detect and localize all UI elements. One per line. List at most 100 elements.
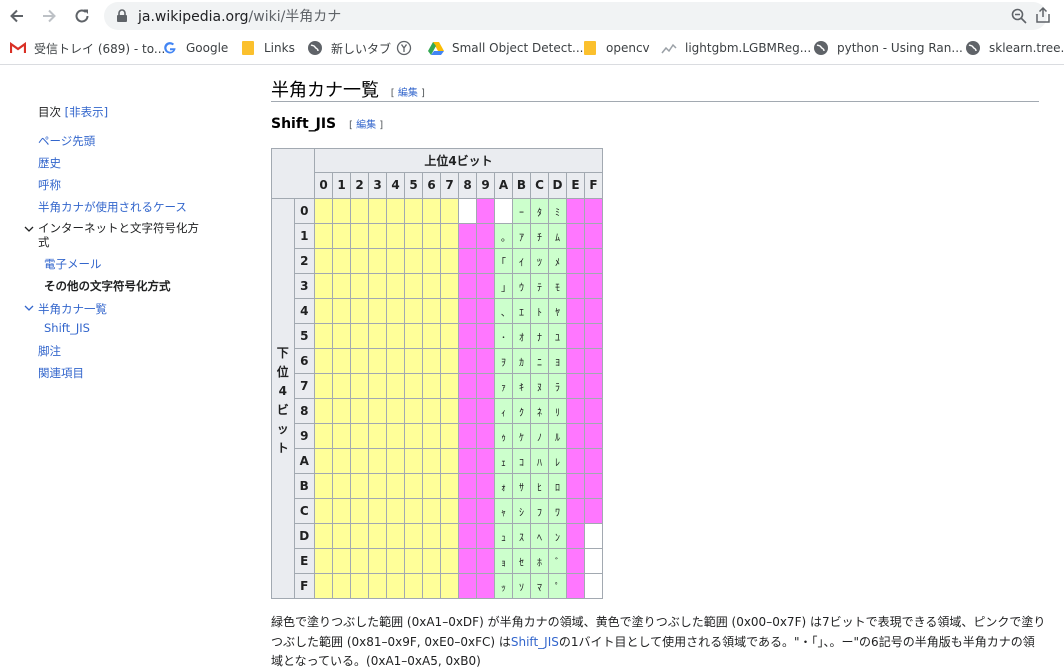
toc-item-other-encodings[interactable]: その他の文字符号化方式 [44,278,171,294]
code-cell: ｢ [494,248,513,274]
bookmark-small-object[interactable]: Small Object Detect... [428,39,584,57]
toc-item-related[interactable]: 関連項目 [38,365,84,381]
code-cell [314,198,333,224]
bookmark-y[interactable] [396,39,420,57]
code-cell [386,323,405,349]
row-header: B [293,473,316,499]
table-row: 3 ｣ｳﾃﾓ [272,273,603,299]
code-cell [368,473,387,499]
toc-item-usage[interactable]: 半角カナが使用されるケース [38,199,187,215]
code-cell [476,573,495,599]
table-row: F ｯｿﾏﾟ [272,573,603,599]
code-cell [332,248,351,274]
edit-link[interactable]: 編集 [398,88,418,99]
code-cell [476,273,495,299]
code-cell [386,448,405,474]
column-header: 9 [476,171,495,200]
code-cell: ﾓ [548,273,567,299]
code-cell [314,348,333,374]
code-cell: ｫ [494,473,513,499]
code-cell: ｶ [512,348,531,374]
code-cell [440,323,459,349]
chevron-down-icon[interactable] [24,303,34,313]
share-icon[interactable] [1034,6,1052,24]
code-cell [332,448,351,474]
code-cell [566,398,585,424]
code-cell [332,223,351,249]
code-cell [404,248,423,274]
heading-divider [271,101,1039,102]
code-cell: ﾁ [530,223,549,249]
column-header: 6 [422,171,441,200]
back-icon[interactable] [5,4,29,28]
subsection-heading: Shift_JIS [ 編集 ] [271,116,384,132]
code-cell [314,448,333,474]
code-cell [332,423,351,449]
code-cell [494,198,513,224]
code-cell [566,373,585,399]
bookmark-opencv[interactable]: opencv [582,39,650,57]
code-cell [404,423,423,449]
forward-icon[interactable] [37,4,61,28]
code-cell [350,198,369,224]
code-cell [332,548,351,574]
bookmark-sklearn[interactable]: sklearn.tree.De [965,39,1064,57]
code-cell [332,273,351,299]
edit-link[interactable]: 編集 [356,120,376,131]
code-cell [458,348,477,374]
shift-jis-table: 上位4ビット 0 1 2 3 4 5 6 7 8 9 A B C D E F 下 位 4 ビ ッ ト 0 ｰﾀﾐ 1 ｡ｱ… [271,148,603,599]
code-cell [386,298,405,324]
bookmarks-bar: 受信トレイ (689) - to... Google Links 新しいタブ S… [0,32,1064,65]
bookmark-google[interactable]: Google [162,39,228,57]
column-header: E [566,171,585,200]
code-cell: ｦ [494,348,513,374]
zoom-icon[interactable] [1010,7,1028,25]
row-header: 1 [293,223,316,249]
reload-icon[interactable] [70,4,94,28]
code-cell: ﾊ [530,448,549,474]
code-cell: ﾍ [530,523,549,549]
toc-item-kana-list[interactable]: 半角カナ一覧 [38,301,107,317]
toc-item-email[interactable]: 電子メール [44,256,102,272]
y-circle-icon [396,40,412,56]
toc-item-internet[interactable]: インターネットと文字符号化方式 [38,221,203,249]
code-cell [584,248,603,274]
row-header: D [293,523,316,549]
code-cell [458,498,477,524]
bookmark-lightgbm[interactable]: lightgbm.LGBMReg... [661,39,811,57]
toc-item-naming[interactable]: 呼称 [38,177,61,193]
code-cell [566,498,585,524]
code-cell [368,348,387,374]
toc-item-shift-jis[interactable]: Shift_JIS [44,321,90,335]
address-bar[interactable]: ja.wikipedia.org/wiki/半角カナ [104,2,1047,30]
bookmark-links[interactable]: Links [240,39,295,57]
shift-jis-link[interactable]: Shift_JIS [511,635,559,649]
bookmark-new-tab[interactable]: 新しいタブ [307,39,391,57]
code-cell: ｩ [494,423,513,449]
row-header: A [293,448,316,474]
code-cell [386,523,405,549]
code-cell [368,423,387,449]
code-cell: ﾜ [548,498,567,524]
bookmark-python[interactable]: python - Using Ran... [813,39,963,57]
toc-item-top[interactable]: ページ先頭 [38,133,95,149]
code-cell [350,373,369,399]
code-cell [314,523,333,549]
code-cell [404,298,423,324]
toc-item-history[interactable]: 歴史 [38,155,61,171]
code-cell [476,523,495,549]
chevron-down-icon[interactable] [24,224,34,234]
code-cell [440,298,459,324]
toc-hide-toggle[interactable]: [非表示] [65,105,108,119]
code-cell [368,323,387,349]
code-cell [368,448,387,474]
code-cell [386,423,405,449]
browser-toolbar: ja.wikipedia.org/wiki/半角カナ [0,0,1064,32]
bookmark-gmail[interactable]: 受信トレイ (689) - to... [10,39,165,57]
code-cell [422,523,441,549]
toc-item-notes[interactable]: 脚注 [38,343,61,359]
code-cell [350,273,369,299]
code-cell [368,198,387,224]
code-cell [332,498,351,524]
code-cell [476,198,495,224]
